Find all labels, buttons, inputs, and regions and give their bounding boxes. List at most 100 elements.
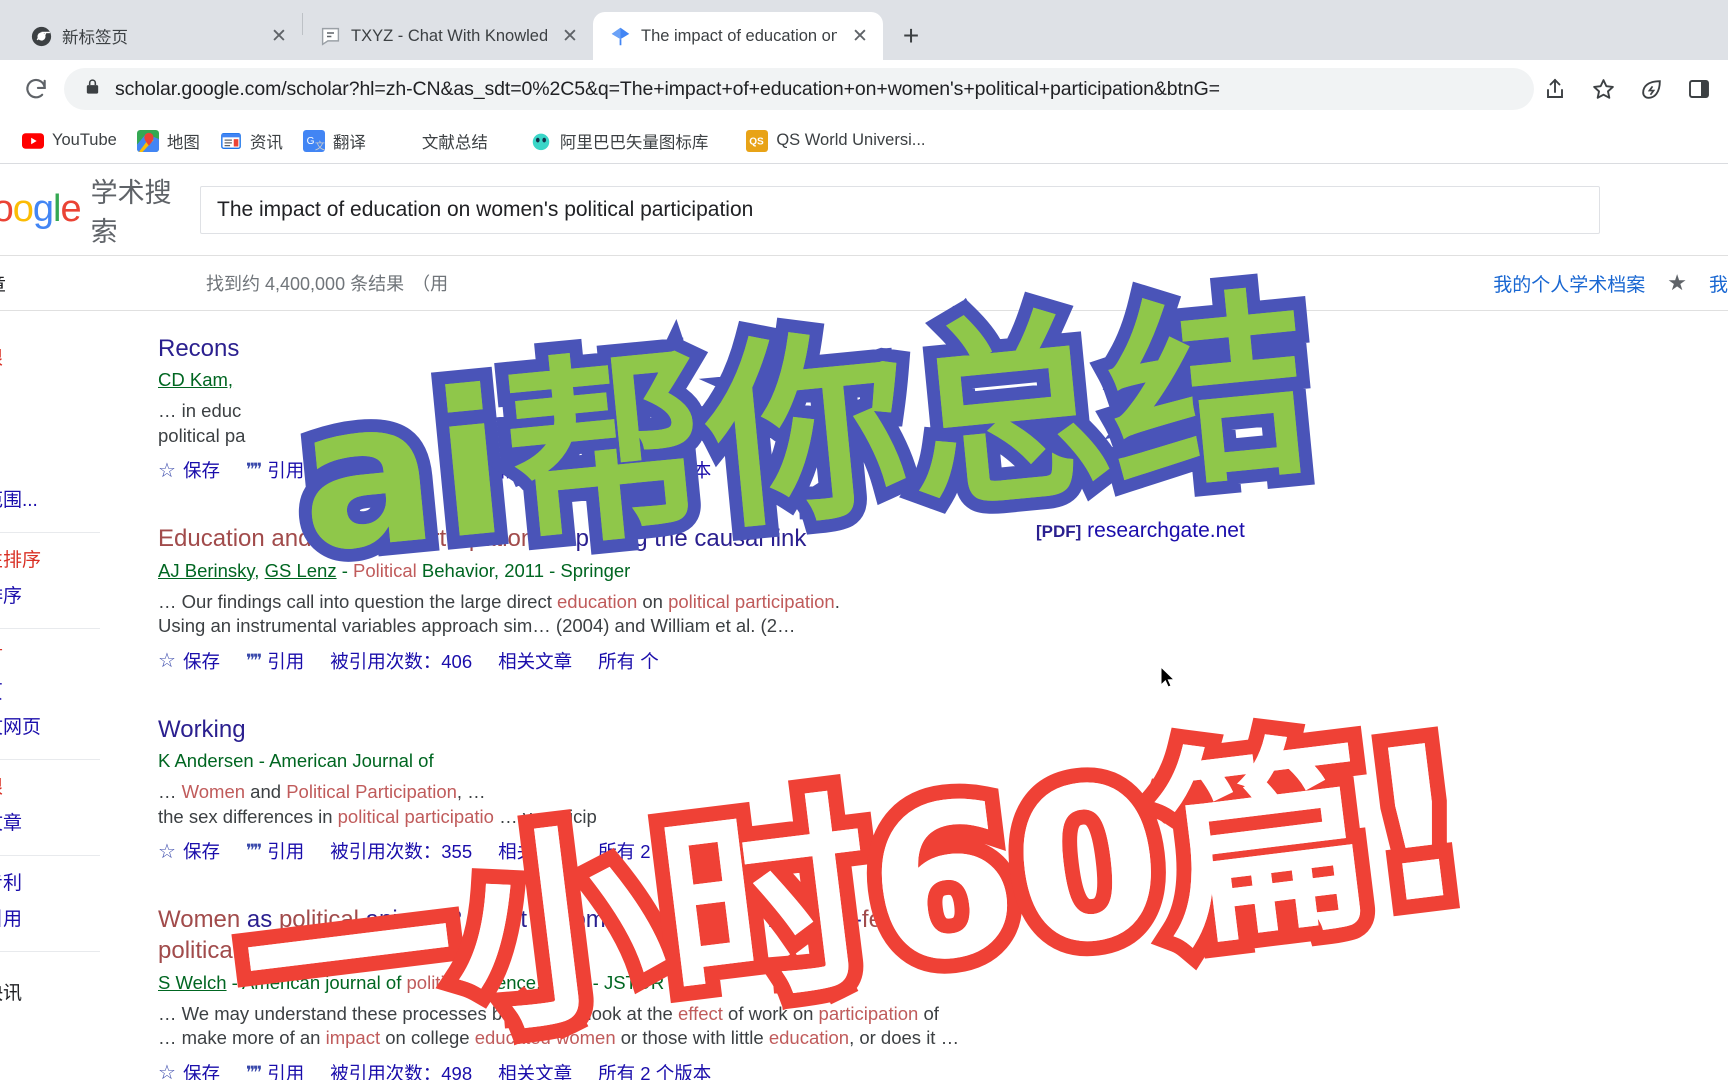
snippet-text: … y particip [493,805,597,827]
related-articles-link[interactable]: 相关文章 [498,1060,572,1080]
result-count: 找到约 4,400,000 条结果 [206,274,405,294]
all-versions-link[interactable]: 所有 5 个版本 [598,457,711,483]
snippet-text: ct [537,590,552,612]
bookmark-maps[interactable]: 地图 [127,124,210,158]
snippet-text: on [637,590,669,612]
chrome-icon [30,25,52,47]
save-button[interactable]: ☆ 保存 [158,838,220,864]
cited-by-link[interactable]: 被引用次数：498 [330,1060,472,1080]
meta-highlight: political [406,971,469,993]
result-title-highlight: Women [158,906,241,934]
close-icon[interactable]: ✕ [266,23,292,49]
tab-new-tab-page[interactable]: 新标签页 ✕ [14,12,302,60]
save-label: 保存 [182,841,220,863]
snippet-text: … Our findings call into question the la… [158,590,538,612]
pdf-link[interactable]: [PDF] resear [1036,900,1147,924]
new-tab-button[interactable]: + [891,16,931,56]
tab-txyz[interactable]: TXYZ - Chat With Knowledge ✕ [303,12,593,60]
pdf-link[interactable]: [PDF] researchgate.net [1036,519,1245,543]
bookmark-star-icon[interactable] [1588,74,1618,104]
result-title[interactable]: Working [158,714,1148,745]
result-title[interactable]: Women as political animals? A test of so… [158,904,948,966]
star-filled-icon[interactable]: ★ [1667,270,1687,296]
bookmark-label: 地图 [166,133,200,152]
sidebar-item-create-alert[interactable]: 创建快讯 [0,976,100,1011]
cited-by-link[interactable]: 被引用次数：590 [330,457,472,483]
close-icon[interactable]: ✕ [847,23,873,49]
result-title[interactable]: Education and political participation: E… [158,523,1148,554]
bookmark-translate[interactable]: G文 翻译 [293,124,376,158]
sidebar-item-chinese-pages[interactable]: 文网页 [0,675,100,710]
snippet-highlight: Women [181,780,246,802]
result-author[interactable]: GS Lenz [265,560,337,581]
save-button[interactable]: ☆ 保存 [158,648,220,674]
result-author[interactable]: K Andersen [158,750,254,771]
cite-label: 引用 [267,460,305,482]
cite-button[interactable]: ❞❞ 引用 [246,1060,304,1080]
cited-by-link[interactable]: 被引用次数：406 [330,648,472,674]
cite-button[interactable]: ❞❞ 引用 [246,838,304,864]
result-count-suffix: （用 [412,274,449,294]
google-translate-icon: G文 [302,129,325,152]
sidebar-item-since-2022[interactable]: 2以来 [0,412,100,447]
result-snippet-line: … in educ [158,400,242,422]
pdf-domain: researchgate.net [1087,519,1245,543]
side-panel-icon[interactable] [1684,74,1714,104]
cited-by-link[interactable]: 被引用次数：355 [330,838,472,864]
google-scholar-logo[interactable]: Google 学术搜索 [0,171,174,249]
snippet-highlight: impact [325,1027,381,1049]
all-versions-link[interactable]: 所有 2 个版本 [598,1060,711,1080]
all-versions-link[interactable]: 所有 个 [598,648,659,674]
sidebar-item-simplified-chinese-pages[interactable]: 体中文网页 [0,710,100,745]
sidebar-group-alert: 创建快讯 [0,952,100,1025]
all-versions-link[interactable]: 所有 2 个 [598,838,674,864]
related-articles-link[interactable]: 相关文章 [498,648,572,674]
star-outline-icon: ☆ [158,840,176,863]
bookmark-qs-world[interactable]: QS QS World Universi... [736,125,935,157]
sidebar-item-since-2023[interactable]: 3以来 [0,376,100,411]
sidebar-item-any-type[interactable]: 型不限 [0,770,100,805]
save-button[interactable]: ☆ 保存 [158,1060,220,1080]
sidebar-item-sort-relevance[interactable]: 相关性排序 [0,543,100,578]
tab-scholar-active[interactable]: The impact of education on w ✕ [593,12,883,60]
close-icon[interactable]: ✕ [557,23,583,49]
bookmark-youtube[interactable]: YouTube [12,125,127,157]
related-articles-link[interactable]: 相关文章 [498,457,572,483]
cite-button[interactable]: ❞❞ 引用 [246,457,304,483]
bookmark-iconfont[interactable]: 阿里巴巴矢量图标库 [520,124,719,158]
sidebar-item-any-time[interactable]: 间不限 [0,341,100,376]
mouse-cursor [1160,665,1176,690]
url-text: scholar.google.com/scholar?hl=zh-CN&as_s… [115,77,1220,100]
scholar-page: Google 学术搜索 The impact of education on w… [0,164,1728,1080]
sidebar-filters: 间不限 3以来 2以来 9以来 定义范围... 相关性排序 日期排序 限语言 文… [0,311,148,1080]
bookmark-literature-summary[interactable]: 文献总结 [412,124,498,158]
result-author[interactable]: S Welch [158,972,227,993]
bookmark-news[interactable]: 资讯 [210,124,293,158]
scholar-subtitle: 学术搜索 [90,177,172,247]
snippet-text: of work on [722,1002,819,1024]
snippet-text: or those with little [615,1027,769,1049]
result-actions: ☆ 保存 ❞❞ 引用 被引用次数：498 相关文章 所有 2 个版本 [158,1060,1148,1080]
search-input[interactable]: The impact of education on women's polit… [200,185,1600,234]
sidebar-item-any-language[interactable]: 限语言 [0,639,100,674]
save-button[interactable]: ☆ 保存 [158,457,220,483]
reload-icon[interactable] [14,67,58,111]
cite-button[interactable]: ❞❞ 引用 [246,648,304,674]
sidebar-item-include-patents[interactable]: 包括专利 [0,866,100,901]
result-title[interactable]: Recons [158,333,1148,364]
address-bar[interactable]: scholar.google.com/scholar?hl=zh-CN&as_s… [64,68,1534,110]
result-title-text: Recons [158,335,240,362]
sidebar-item-review-articles[interactable]: 论性文章 [0,806,100,841]
sidebar-item-custom-range[interactable]: 定义范围... [0,483,100,518]
result-author[interactable]: AJ Berinsky [158,560,254,581]
leaf-performance-icon[interactable] [1636,74,1666,104]
sidebar-item-include-citations[interactable]: 包含引用 [0,902,100,937]
share-icon[interactable] [1540,74,1570,104]
result-author[interactable]: CD Kam, [158,369,233,390]
result-snippet-line: … make more of an impact on college educ… [158,1026,1148,1051]
related-articles-link[interactable]: 相关文章 [498,838,572,864]
my-profile-link[interactable]: 我的个人学术档案 [1493,270,1645,297]
sidebar-item-since-2019[interactable]: 9以来 [0,447,100,482]
sidebar-item-sort-date[interactable]: 日期排序 [0,579,100,614]
my-library-link[interactable]: 我 [1709,270,1728,297]
